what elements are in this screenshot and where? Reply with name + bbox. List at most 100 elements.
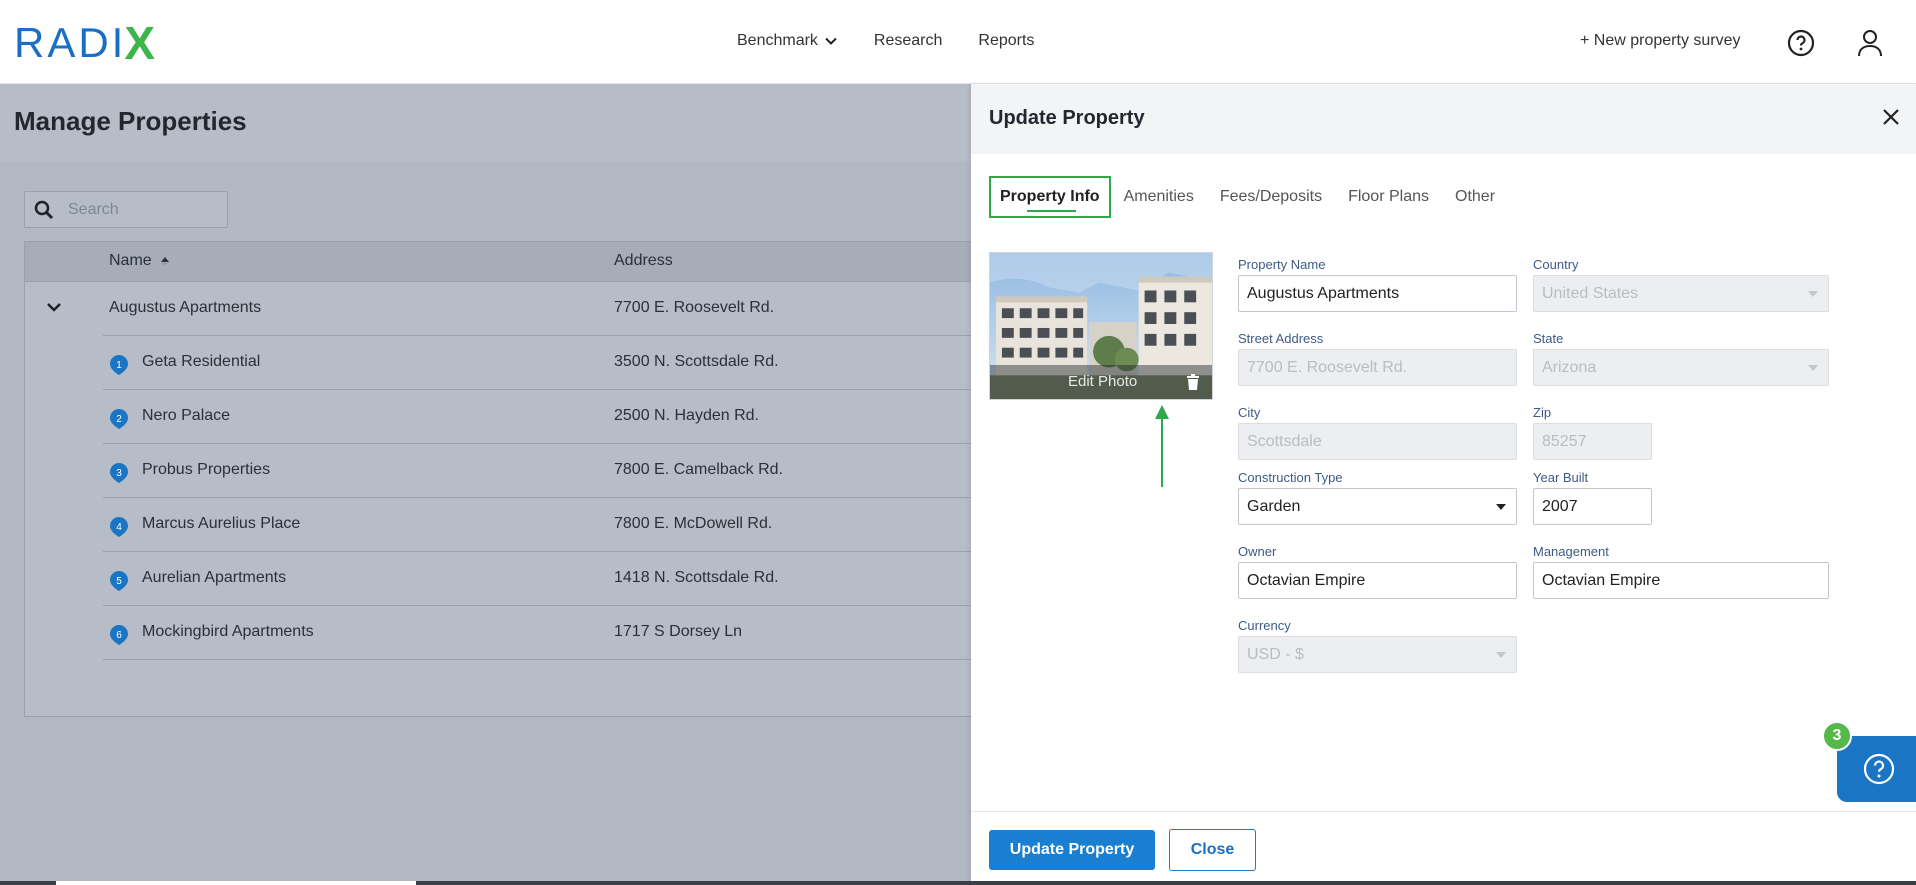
nav-reports-label: Reports [978,32,1035,49]
row-name: Marcus Aurelius Place [142,515,301,532]
main-nav: Benchmark Research Reports [737,32,1070,50]
nav-reports[interactable]: Reports [978,32,1034,50]
row-address: 3500 N. Scottsdale Rd. [614,353,779,370]
nav-benchmark-label: Benchmark [737,32,818,49]
owner-label: Owner [1238,544,1277,559]
sort-ascending-icon [160,257,169,265]
property-name-input[interactable]: Augustus Apartments [1238,275,1517,312]
table-row[interactable]: 3 Probus Properties 7800 E. Camelback Rd… [25,444,983,498]
pin-number: 5 [116,576,122,587]
update-property-button[interactable]: Update Property [989,830,1155,870]
column-name-header[interactable]: Name [109,252,170,270]
drawer-title: Update Property [989,107,1145,129]
nav-research[interactable]: Research [874,32,942,50]
nav-research-label: Research [873,32,943,49]
edit-photo-button[interactable]: Edit Photo [1068,373,1137,390]
table-header: Name Address [25,242,983,282]
management-label: Management [1533,544,1609,559]
tab-other[interactable]: Other [1442,176,1508,218]
city-label: City [1238,405,1261,420]
row-address: 7800 E. Camelback Rd. [614,461,783,478]
currency-select[interactable]: USD - $ [1238,636,1517,673]
row-name: Probus Properties [142,461,271,478]
management-input[interactable]: Octavian Empire [1533,562,1829,599]
table-row[interactable]: 1 Geta Residential 3500 N. Scottsdale Rd… [25,336,983,390]
pin-number: 2 [116,414,122,425]
zip-label: Zip [1533,405,1552,420]
zip-input[interactable]: 85257 [1533,423,1652,460]
country-label: Country [1533,257,1579,272]
logo-x: X [124,17,156,69]
city-input[interactable]: Scottsdale [1238,423,1517,460]
street-address-input[interactable]: 7700 E. Roosevelt Rd. [1238,349,1517,386]
table-row[interactable]: 2 Nero Palace 2500 N. Hayden Rd. [25,390,983,444]
row-name: Geta Residential [142,353,261,370]
trash-icon[interactable] [1186,374,1200,390]
drawer-tabs: Property Info Amenities Fees/Deposits Fl… [989,176,1508,218]
row-address: 7800 E. McDowell Rd. [614,515,773,532]
radix-logo[interactable]: RADI X [14,20,155,66]
year-built-label: Year Built [1533,470,1589,485]
table-row[interactable]: 4 Marcus Aurelius Place 7800 E. McDowell… [25,498,983,552]
tab-floor-plans[interactable]: Floor Plans [1335,176,1442,218]
drawer-footer-divider [971,811,1916,812]
tab-fees-deposits[interactable]: Fees/Deposits [1207,176,1335,218]
row-address: 2500 N. Hayden Rd. [614,407,759,424]
construction-type-label: Construction Type [1238,470,1343,485]
map-pin-icon: 2 [109,408,129,430]
state-select[interactable]: Arizona [1533,349,1829,386]
row-name: Mockingbird Apartments [142,623,314,640]
user-account-icon[interactable] [1856,28,1884,58]
table-row[interactable]: 5 Aurelian Apartments 1418 N. Scottsdale… [25,552,983,606]
property-photo[interactable]: Edit Photo [989,252,1213,400]
search-placeholder: Search [68,200,119,218]
table-row[interactable]: 6 Mockingbird Apartments 1717 S Dorsey L… [25,606,983,660]
map-pin-icon: 3 [109,462,129,484]
bottom-edge-strip [0,881,1916,885]
page-title: Manage Properties [14,106,247,136]
pin-number: 6 [116,630,122,641]
country-select[interactable]: United States [1533,275,1829,312]
currency-value: USD - $ [1247,645,1304,663]
update-property-drawer: Update Property Property Info Amenities … [971,84,1916,885]
top-navbar: RADI X Benchmark Research Reports + New … [0,0,1916,84]
new-property-survey-link[interactable]: + New property survey [1580,32,1741,50]
search-icon [34,200,54,219]
map-pin-icon: 6 [109,624,129,646]
search-input[interactable]: Search [24,191,228,228]
nav-benchmark[interactable]: Benchmark [737,32,838,50]
street-address-label: Street Address [1238,331,1324,346]
properties-table: Name Address Augustus Apartments 7700 E.… [24,241,984,717]
owner-input[interactable]: Octavian Empire [1238,562,1517,599]
chevron-down-icon[interactable] [45,298,63,316]
photo-overlay-bar: Edit Photo [990,365,1212,399]
state-label: State [1533,331,1564,346]
year-built-input[interactable]: 2007 [1533,488,1652,525]
map-pin-icon: 1 [109,354,129,376]
caret-down-icon [1808,291,1818,297]
column-address-header[interactable]: Address [614,252,673,270]
map-pin-icon: 4 [109,516,129,538]
help-widget-button[interactable] [1837,736,1916,802]
tab-amenities[interactable]: Amenities [1111,176,1207,218]
close-icon[interactable] [1880,106,1902,128]
caret-down-icon [1496,504,1506,510]
annotation-arrow [1155,405,1169,487]
notification-badge: 3 [1822,721,1852,751]
row-address: 1418 N. Scottsdale Rd. [614,569,779,586]
pin-number: 4 [116,522,122,533]
caret-down-icon [1808,365,1818,371]
close-button[interactable]: Close [1169,829,1256,871]
row-name: Aurelian Apartments [142,569,287,586]
construction-type-select[interactable]: Garden [1238,488,1517,525]
country-value: United States [1542,284,1639,302]
row-name: Nero Palace [142,407,231,424]
tab-property-info[interactable]: Property Info [989,176,1111,218]
row-name: Augustus Apartments [109,299,262,316]
state-value: Arizona [1542,358,1597,376]
table-row[interactable]: Augustus Apartments 7700 E. Roosevelt Rd… [25,282,983,336]
pin-number: 3 [116,468,122,479]
caret-down-icon [1496,652,1506,658]
help-circle-icon[interactable] [1787,29,1815,57]
help-circle-icon [1863,753,1895,785]
